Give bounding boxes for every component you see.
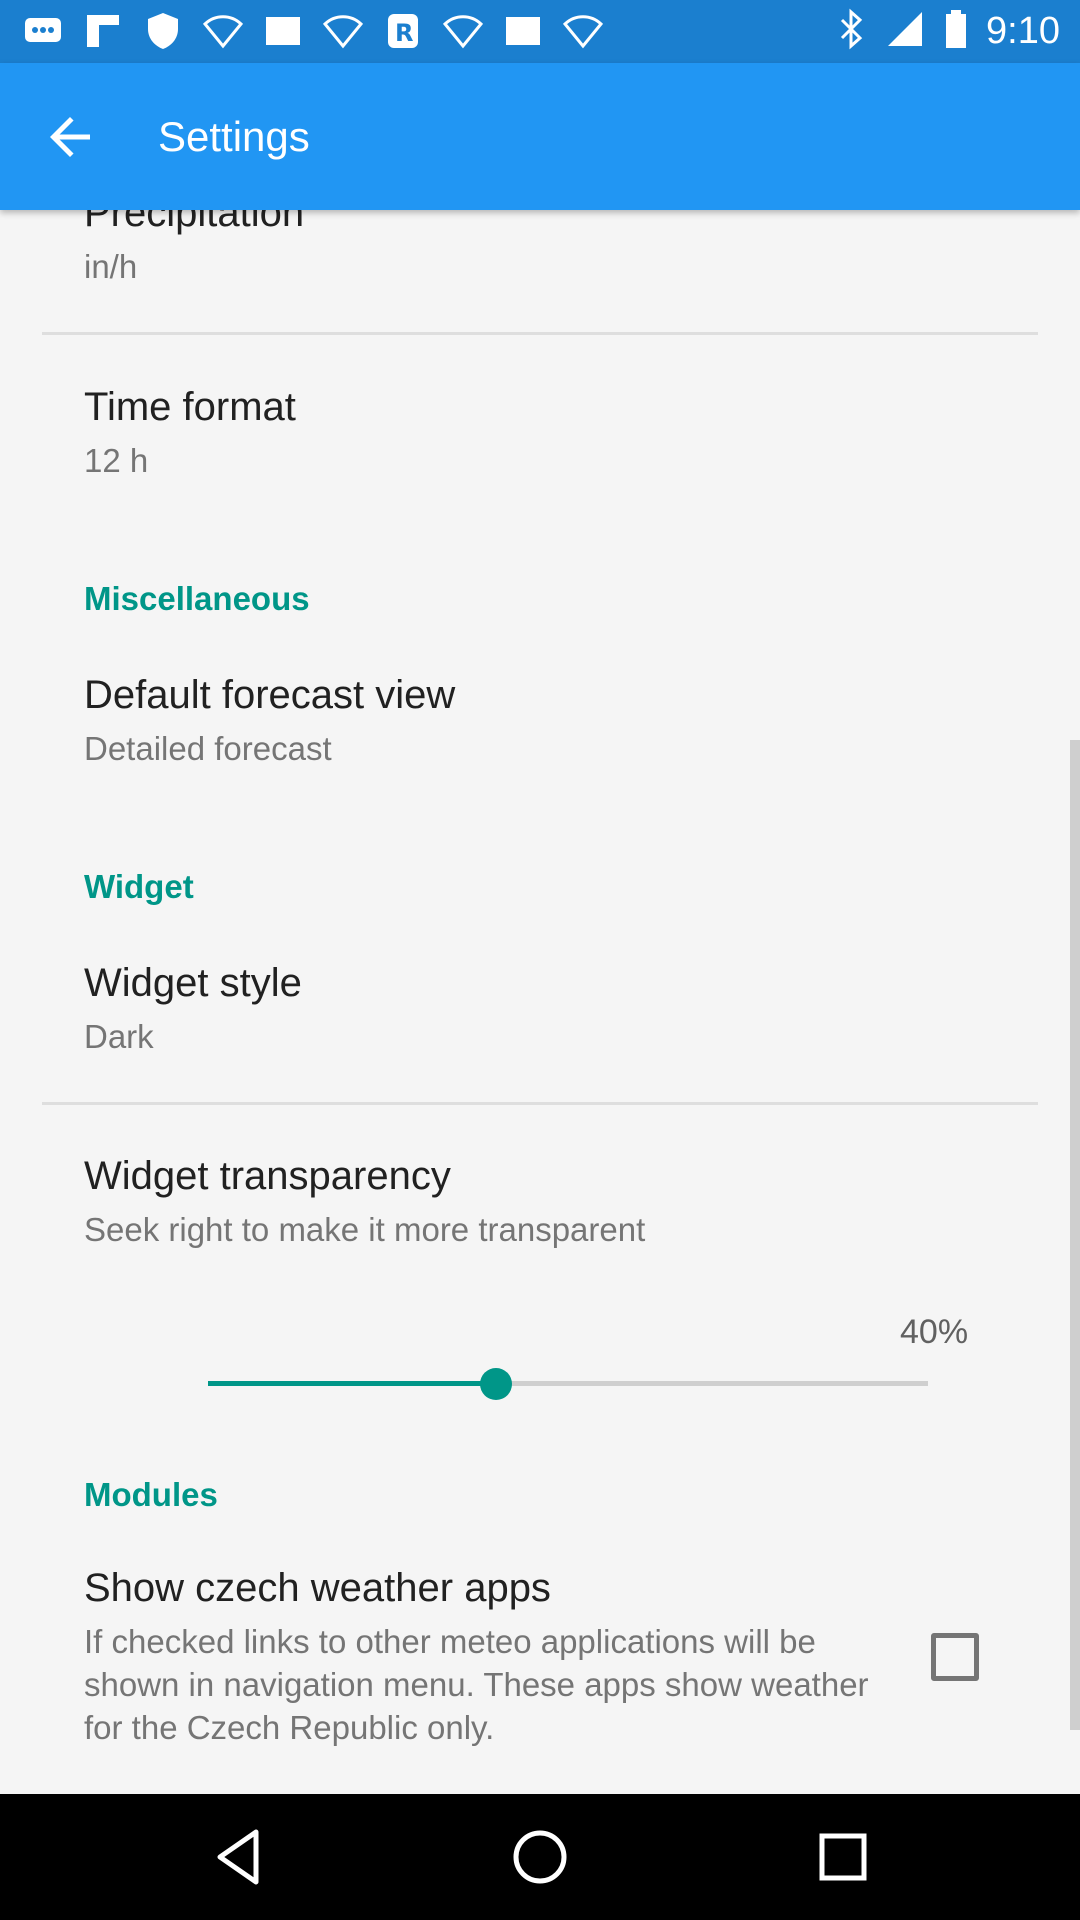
transparency-value: 40%	[900, 1313, 969, 1351]
pref-title: Widget transparency	[84, 1154, 451, 1198]
category-modules: Modules	[84, 1476, 218, 1513]
back-nav-button[interactable]	[206, 1824, 272, 1890]
clock: 9:10	[986, 10, 1060, 52]
czech-apps-checkbox[interactable]	[931, 1633, 979, 1681]
signal-icon	[884, 8, 926, 55]
divider	[42, 332, 1038, 335]
pref-summary: in/h	[84, 248, 138, 285]
triangle-back-icon	[217, 1829, 259, 1885]
system-icons: 9:10	[836, 8, 1060, 55]
pref-summary: Dark	[84, 1018, 154, 1055]
pref-title: Precipitation	[84, 210, 305, 235]
divider	[42, 1102, 1038, 1105]
page-title: Settings	[158, 113, 310, 160]
status-bar: R 9:10	[0, 0, 1080, 63]
wifi-icon	[322, 10, 364, 52]
square-recents-icon	[819, 1833, 867, 1881]
pref-summary: Seek right to make it more transparent	[84, 1211, 646, 1248]
pref-summary: Detailed forecast	[84, 730, 332, 767]
flipboard-icon	[82, 10, 124, 52]
pref-title: Show czech weather apps	[84, 1566, 551, 1610]
circle-home-icon	[513, 1830, 567, 1884]
scrollbar[interactable]	[1070, 740, 1080, 1730]
navigation-bar	[0, 1794, 1080, 1920]
arrow-back-icon	[50, 117, 90, 157]
notification-icons: R	[22, 10, 604, 52]
image-icon	[262, 10, 304, 52]
shield-icon	[142, 10, 184, 52]
bluetooth-icon	[836, 8, 866, 55]
image-icon	[502, 10, 544, 52]
slider-fill	[208, 1381, 496, 1386]
settings-list[interactable]: Precipitation in/h Time format 12 h Misc…	[0, 210, 1080, 1794]
app-bar: Settings	[0, 63, 1080, 210]
category-miscellaneous: Miscellaneous	[84, 580, 310, 617]
transparency-slider[interactable]	[208, 1368, 928, 1400]
chat-icon	[22, 10, 64, 52]
wifi-icon	[562, 10, 604, 52]
pref-title: Widget style	[84, 961, 302, 1005]
home-nav-button[interactable]	[507, 1824, 573, 1890]
recents-nav-button[interactable]	[810, 1824, 876, 1890]
wifi-icon	[442, 10, 484, 52]
svg-text:R: R	[395, 19, 413, 47]
slider-thumb[interactable]	[480, 1368, 512, 1400]
pref-summary: If checked links to other meteo applicat…	[84, 1623, 869, 1746]
pref-title: Time format	[84, 385, 296, 429]
back-button[interactable]	[40, 107, 100, 167]
battery-icon	[944, 8, 968, 55]
pref-title: Default forecast view	[84, 673, 456, 717]
r-app-icon: R	[382, 10, 424, 52]
pref-summary: 12 h	[84, 442, 149, 479]
category-widget: Widget	[84, 868, 194, 905]
wifi-icon	[202, 10, 244, 52]
